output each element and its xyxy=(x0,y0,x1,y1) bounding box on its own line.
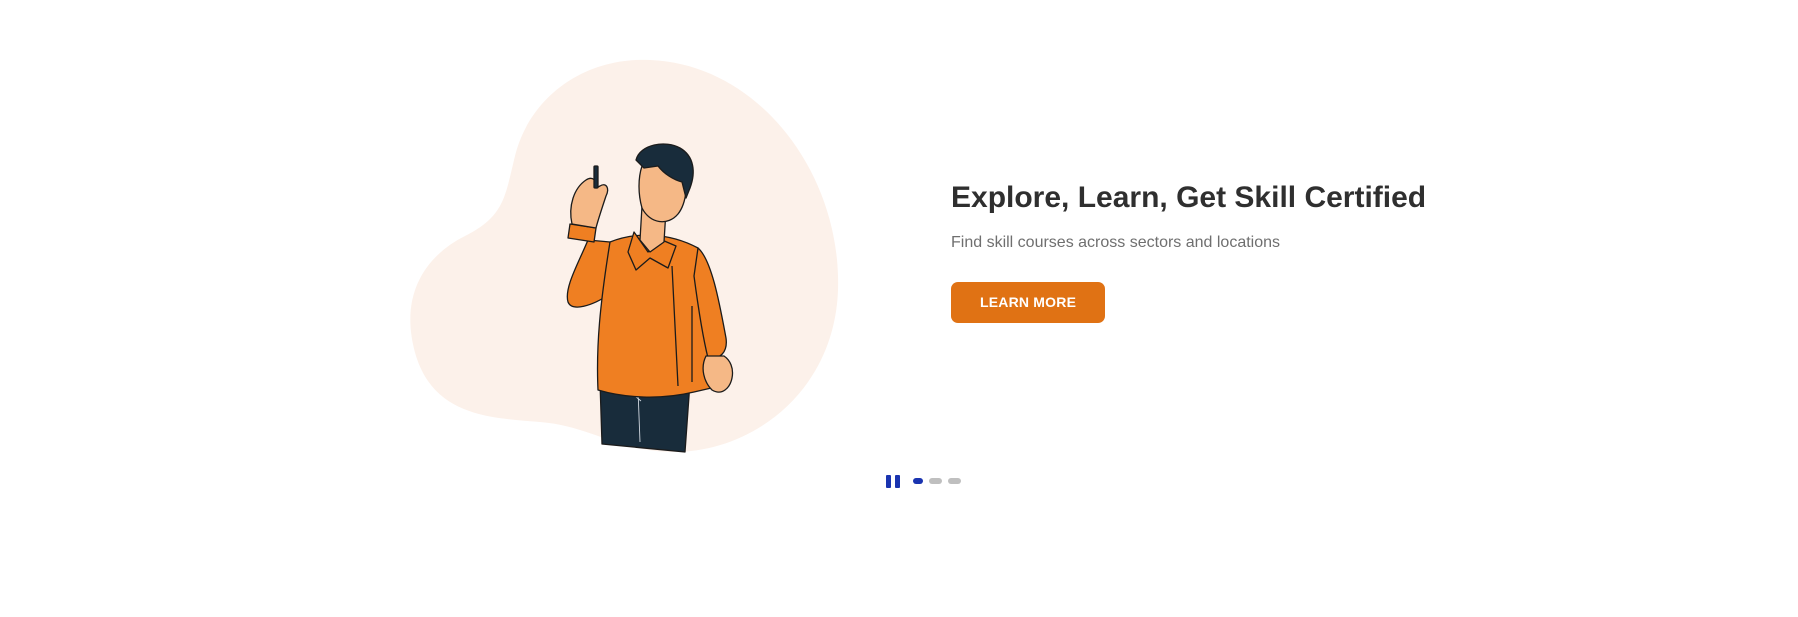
hero-subtitle: Find skill courses across sectors and lo… xyxy=(951,234,1281,251)
hero-text-block: Explore, Learn, Get Skill Certified Find… xyxy=(951,178,1551,323)
page: Explore, Learn, Get Skill Certified Find… xyxy=(0,0,1798,617)
man-pointing-up-illustration xyxy=(410,59,839,453)
carousel-dot-1[interactable] xyxy=(913,478,923,484)
carousel-dot-2[interactable] xyxy=(929,478,942,484)
pause-bar-right xyxy=(895,474,900,488)
carousel-dot-3[interactable] xyxy=(948,478,961,484)
hero-headline: Explore, Learn, Get Skill Certified xyxy=(951,181,1427,214)
carousel-controls xyxy=(886,473,967,489)
pause-icon[interactable] xyxy=(886,473,900,489)
pause-bar-left xyxy=(886,474,891,488)
pen xyxy=(593,165,599,189)
hero-illustration xyxy=(410,56,840,456)
learn-more-button[interactable]: LEARN MORE xyxy=(951,282,1106,323)
hero-carousel-slide: Explore, Learn, Get Skill Certified Find… xyxy=(0,0,1798,460)
